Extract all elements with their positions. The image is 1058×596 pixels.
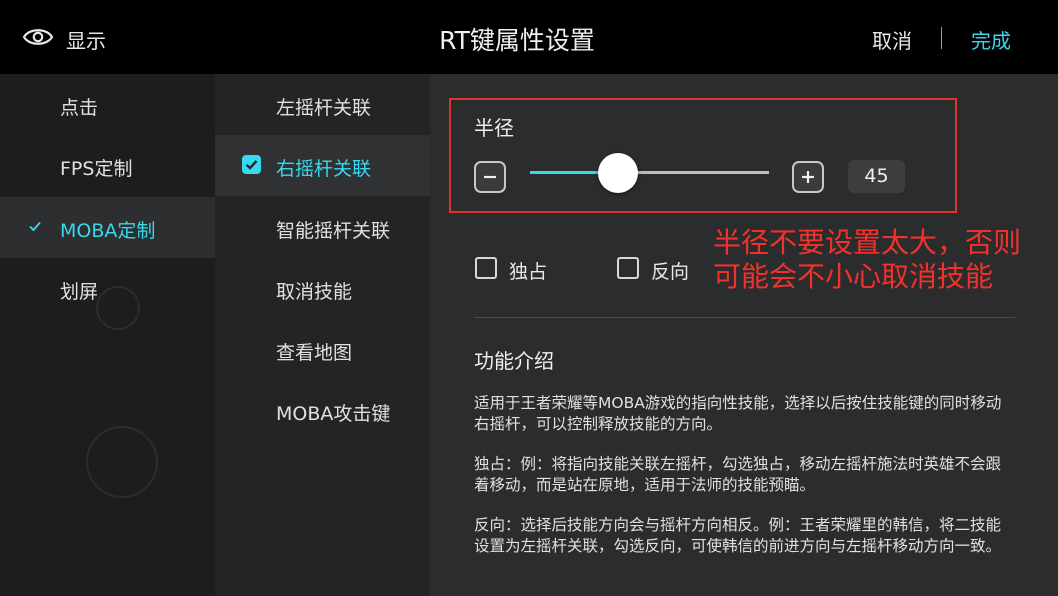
minus-icon [484, 175, 496, 179]
plus-icon [802, 171, 814, 183]
mode-list: 点击 FPS定制 MOBA定制 划屏 [0, 74, 215, 596]
binding-item-cancel-skill[interactable]: 取消技能 [215, 258, 430, 319]
radius-slider[interactable] [530, 153, 769, 193]
check-icon [29, 221, 41, 232]
binding-item-left-stick[interactable]: 左摇杆关联 [215, 74, 430, 135]
intro-title: 功能介绍 [474, 349, 554, 373]
radius-decrease-button[interactable] [474, 161, 506, 193]
binding-item-label: 智能摇杆关联 [276, 220, 391, 242]
intro-paragraph-exclusive: 独占：例：将指向技能关联左摇杆，勾选独占，移动左摇杆施法时英雄不会跟着移动，而是… [474, 455, 1002, 494]
annotation-line-2: 可能会不小心取消技能 [713, 260, 994, 293]
exclusive-label[interactable]: 独占 [509, 257, 547, 284]
binding-list: 左摇杆关联 右摇杆关联 智能摇杆关联 取消技能 查看地图 MOBA攻击键 [215, 74, 430, 596]
mode-item-label: 划屏 [60, 281, 99, 303]
mode-item-fps[interactable]: FPS定制 [0, 135, 215, 196]
mode-item-swipe[interactable]: 划屏 [0, 258, 215, 319]
binding-item-label: 左摇杆关联 [276, 97, 372, 119]
mode-item-label: 点击 [60, 97, 99, 119]
intro-paragraph-usage: 适用于王者荣耀等MOBA游戏的指向性技能，选择以后按住技能键的同时移动右摇杆，可… [474, 394, 1002, 433]
cancel-button[interactable]: 取消 [872, 25, 912, 54]
section-divider [474, 317, 1015, 318]
mode-item-moba[interactable]: MOBA定制 [0, 197, 215, 258]
mode-item-label: FPS定制 [60, 158, 133, 180]
binding-item-smart-stick[interactable]: 智能摇杆关联 [215, 197, 430, 258]
header-divider [941, 27, 942, 49]
binding-item-view-map[interactable]: 查看地图 [215, 319, 430, 380]
binding-item-label: 右摇杆关联 [276, 158, 372, 180]
red-annotation: 半径不要设置太大，否则 可能会不小心取消技能 [713, 226, 1053, 294]
annotation-line-1: 半径不要设置太大，否则 [713, 226, 1022, 259]
radius-value[interactable]: 45 [848, 160, 905, 193]
binding-item-moba-attack[interactable]: MOBA攻击键 [215, 380, 430, 441]
reverse-label[interactable]: 反向 [651, 257, 689, 284]
background-joystick-ghost [86, 426, 158, 498]
radius-increase-button[interactable] [792, 161, 824, 193]
checkbox-checked-icon [242, 155, 261, 174]
mode-item-label: MOBA定制 [60, 220, 156, 242]
binding-item-label: MOBA攻击键 [276, 403, 391, 425]
binding-item-right-stick[interactable]: 右摇杆关联 [215, 135, 430, 196]
top-bar: 显示 RT键属性设置 取消 完成 [0, 0, 1058, 74]
mode-item-click[interactable]: 点击 [0, 74, 215, 135]
binding-item-label: 取消技能 [276, 281, 353, 303]
radius-label: 半径 [474, 116, 514, 140]
intro-paragraph-reverse: 反向：选择后技能方向会与摇杆方向相反。例：王者荣耀里的韩信，将二技能设置为左摇杆… [474, 516, 1002, 555]
done-button[interactable]: 完成 [971, 25, 1011, 54]
annotation-highlight-box [449, 98, 957, 213]
binding-item-label: 查看地图 [276, 342, 353, 364]
exclusive-checkbox[interactable] [475, 257, 497, 279]
reverse-checkbox[interactable] [617, 257, 639, 279]
